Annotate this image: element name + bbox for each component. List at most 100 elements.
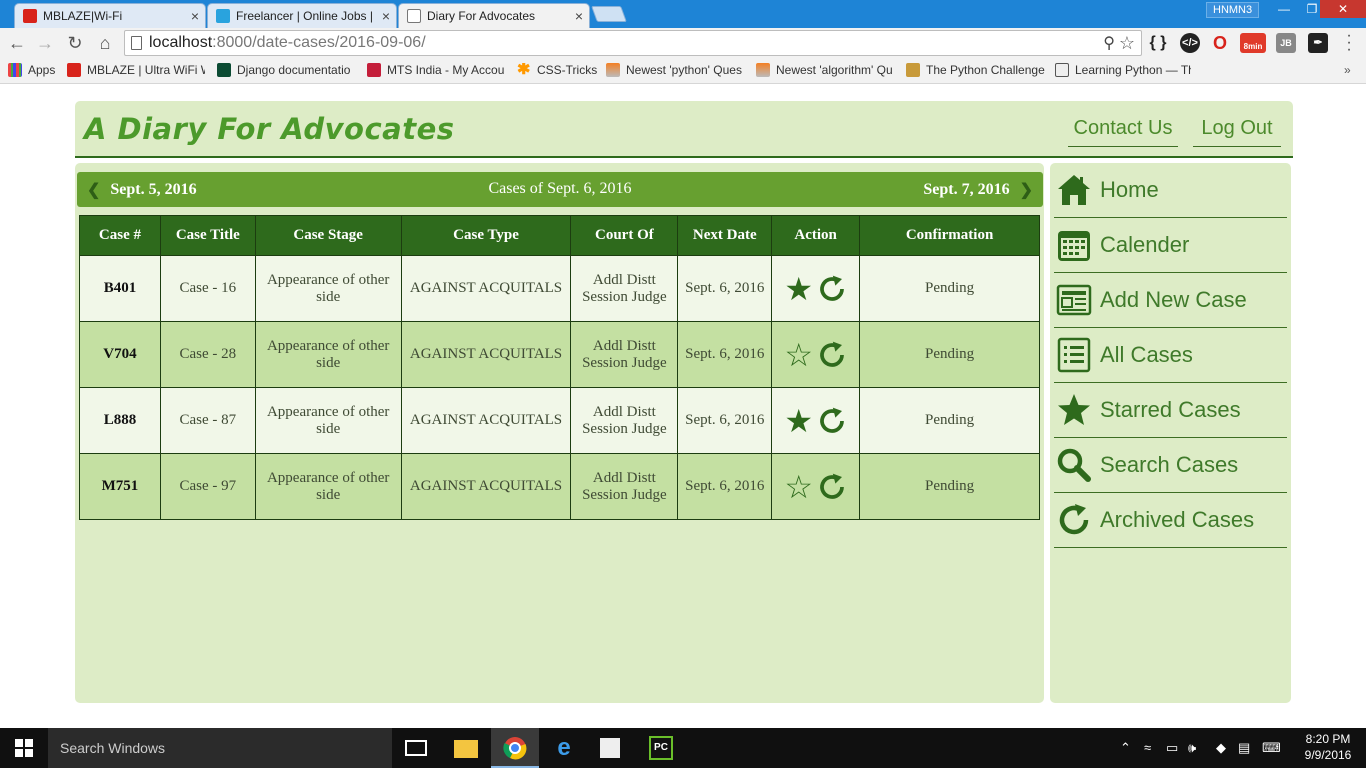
pycharm-icon[interactable]: PC	[649, 736, 673, 760]
minimize-icon[interactable]: —	[1270, 0, 1298, 18]
log-out-link[interactable]: Log Out	[1193, 117, 1281, 147]
tab-label: Diary For Advocates	[427, 9, 536, 23]
address-bar[interactable]: localhost:8000/date-cases/2016-09-06/ ⚲ …	[124, 30, 1142, 56]
sidebar-item-label: Search Cases	[1100, 452, 1239, 477]
bookmark-label: Django documentatio	[237, 63, 351, 77]
star-filled-icon[interactable]: ★	[784, 273, 813, 305]
column-header: Case Stage	[254, 215, 402, 256]
bookmark-django[interactable]: Django documentatio	[217, 63, 355, 77]
opera-extension-icon[interactable]: O	[1210, 33, 1230, 53]
site-brand[interactable]: A Diary For Advocates	[84, 112, 455, 146]
battery-icon[interactable]: ▭	[1166, 728, 1178, 768]
star-outline-icon[interactable]: ☆	[784, 339, 813, 371]
json-viewer-icon[interactable]: { }	[1148, 33, 1168, 53]
start-button[interactable]	[0, 728, 48, 768]
action-buttons: ★	[774, 273, 857, 305]
taskbar-search-box[interactable]: Search Windows	[48, 728, 392, 768]
bookmark-label: Newest 'python' Ques	[626, 63, 742, 77]
tab-close-icon[interactable]: ×	[376, 8, 396, 24]
edge-icon[interactable]: e	[552, 736, 576, 760]
reload-icon[interactable]: ↻	[64, 32, 86, 54]
store-icon[interactable]	[600, 738, 620, 758]
timer-extension-icon[interactable]: 8min	[1240, 33, 1266, 53]
volume-icon[interactable]: 🕪	[1188, 728, 1196, 768]
star-filled-icon[interactable]: ★	[784, 405, 813, 437]
bookmark-mblaze[interactable]: MBLAZE | Ultra WiFi W	[67, 63, 205, 77]
sidebar-item-add-new-case[interactable]: Add New Case	[1054, 273, 1287, 328]
home-nav-icon[interactable]: ⌂	[94, 32, 116, 54]
star-outline-icon[interactable]: ☆	[784, 471, 813, 503]
case-title-cell: Case - 16	[159, 255, 256, 322]
table-row: B401 Case - 16 Appearance of other side AGA…	[79, 255, 1040, 322]
back-icon[interactable]: ←	[6, 32, 28, 54]
contact-us-link[interactable]: Contact Us	[1068, 117, 1178, 147]
pen-extension-icon[interactable]: ✒	[1308, 33, 1328, 53]
sidebar-item-all-cases[interactable]: All Cases	[1054, 328, 1287, 383]
language-icon[interactable]: ◆	[1216, 728, 1226, 768]
zoom-icon[interactable]: ⚲	[1103, 32, 1115, 56]
taskbar-clock[interactable]: 8:20 PM 9/9/2016	[1296, 731, 1360, 763]
sidebar-item-label: Add New Case	[1100, 287, 1247, 312]
bookmark-so-python[interactable]: Newest 'python' Ques	[606, 63, 742, 77]
archive-refresh-icon[interactable]	[817, 274, 847, 304]
case-number-cell[interactable]: M751	[79, 453, 161, 520]
bookmark-so-algorithm[interactable]: Newest 'algorithm' Qu	[756, 63, 892, 77]
close-window-icon[interactable]: ✕	[1320, 0, 1366, 18]
tab-mblaze[interactable]: MBLAZE|Wi-Fi ×	[14, 3, 206, 28]
search-icon	[1057, 448, 1091, 482]
keyboard-icon[interactable]: ⌨	[1262, 728, 1281, 768]
sidebar-item-starred-cases[interactable]: Starred Cases	[1054, 383, 1287, 438]
profile-badge[interactable]: HNMN3	[1206, 2, 1260, 18]
newspaper-icon	[1056, 284, 1092, 316]
case-number-cell[interactable]: B401	[79, 255, 161, 322]
code-extension-icon[interactable]: </>	[1180, 33, 1200, 53]
archive-refresh-icon[interactable]	[817, 472, 847, 502]
archive-refresh-icon[interactable]	[817, 340, 847, 370]
windows-logo-icon	[15, 739, 33, 757]
tab-diary[interactable]: Diary For Advocates ×	[398, 3, 590, 28]
next-date-link[interactable]: Sept. 7, 2016 ❯	[923, 180, 1033, 200]
jb-extension-icon[interactable]: JB	[1276, 33, 1296, 53]
django-icon	[217, 63, 231, 77]
bookmark-label: Apps	[28, 63, 56, 77]
bookmark-learning-python[interactable]: Learning Python — Th	[1055, 63, 1191, 77]
sidebar-item-home[interactable]: Home	[1054, 163, 1287, 218]
site-header: A Diary For Advocates Contact Us Log Out	[75, 101, 1293, 158]
file-explorer-icon[interactable]	[454, 740, 478, 758]
bookmark-csstricks[interactable]: ✱ CSS-Tricks	[517, 63, 597, 77]
sidebar-item-calender[interactable]: Calender	[1054, 218, 1287, 273]
sidebar-item-search-cases[interactable]: Search Cases	[1054, 438, 1287, 493]
refresh-icon	[1059, 504, 1089, 535]
bookmark-apps[interactable]: Apps	[8, 63, 64, 77]
bookmark-star-icon[interactable]: ☆	[1119, 31, 1135, 55]
archive-refresh-icon[interactable]	[817, 406, 847, 436]
forward-icon[interactable]: →	[34, 32, 56, 54]
bookmark-python-challenge[interactable]: The Python Challenge	[906, 63, 1046, 77]
book-icon	[1055, 63, 1069, 77]
bookmarks-overflow-icon[interactable]: »	[1344, 63, 1351, 77]
bookmark-mts[interactable]: MTS India - My Accou	[367, 63, 505, 77]
column-header: Case Title	[159, 215, 256, 256]
sidebar-item-label: All Cases	[1100, 342, 1193, 367]
case-number-cell[interactable]: V704	[79, 321, 161, 388]
action-cell: ★	[771, 255, 861, 322]
bookmark-label: The Python Challenge	[926, 63, 1045, 77]
page-info-icon[interactable]	[131, 36, 142, 50]
show-hidden-icons[interactable]: ⌃	[1120, 728, 1131, 768]
freelancer-icon	[216, 9, 230, 23]
tab-freelancer[interactable]: Freelancer | Online Jobs | F ×	[207, 3, 397, 28]
action-center-icon[interactable]: ▤	[1238, 728, 1250, 768]
court-of-cell: Addl Distt Session Judge	[570, 255, 679, 322]
calendar-icon	[1058, 231, 1090, 261]
case-number-cell[interactable]: L888	[79, 387, 161, 454]
column-header: Case Type	[400, 215, 572, 256]
task-view-icon[interactable]	[405, 740, 427, 756]
tab-close-icon[interactable]: ×	[185, 8, 205, 24]
chrome-menu-icon[interactable]: · · ·	[1344, 28, 1354, 58]
new-tab-button[interactable]	[591, 6, 627, 22]
network-icon[interactable]: ≈	[1144, 728, 1151, 768]
case-stage-cell: Appearance of other side	[254, 321, 402, 388]
tab-close-icon[interactable]: ×	[569, 8, 589, 24]
column-header: Confirmation	[859, 215, 1040, 256]
sidebar-item-archived-cases[interactable]: Archived Cases	[1054, 493, 1287, 548]
